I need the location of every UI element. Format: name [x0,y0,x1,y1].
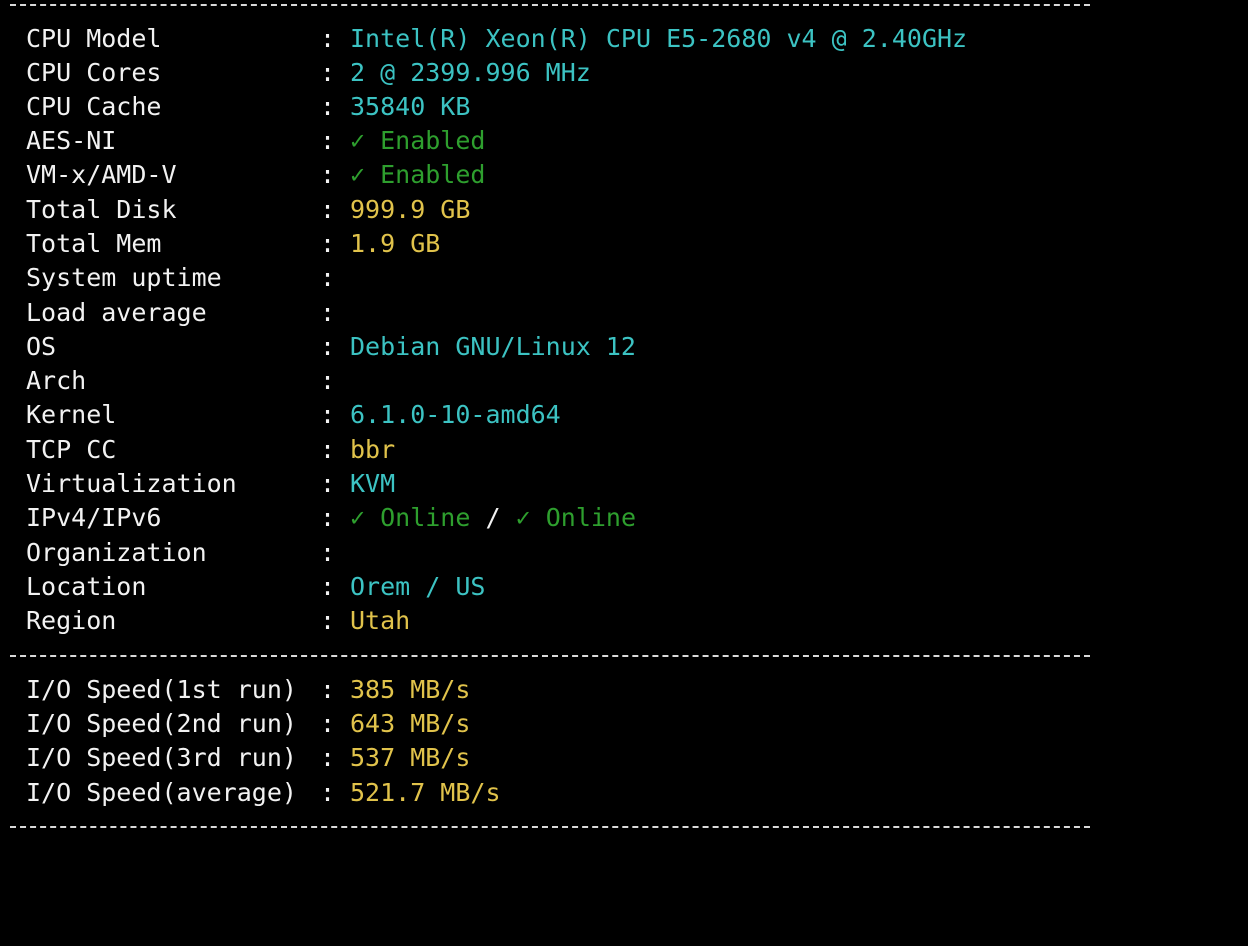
io-value: 537 MB/s [350,743,471,772]
info-value-ip: ✓ Online / ✓ Online [350,501,636,535]
colon-separator: : [320,195,336,224]
info-value-status: ✓ Enabled [350,160,486,189]
terminal-window: CPU Model : Intel(R) Xeon(R) CPU E5-2680… [0,0,1248,832]
colon-separator: : [320,126,336,155]
colon-separator: : [320,298,336,327]
colon-separator: : [320,503,336,532]
colon-separator: : [320,332,336,361]
io-value: 643 MB/s [350,709,471,738]
info-row-ip: IPv4/IPv6 : ✓ Online / ✓ Online [26,501,636,535]
info-label: VM-x/AMD-V [26,160,177,189]
info-row-total-disk: Total Disk : 999.9 GB [26,193,470,227]
ip-divider: / [485,503,501,532]
io-label: I/O Speed(3rd run) [26,743,297,772]
info-value: 6.1.0-10-amd64 [350,400,561,429]
info-row-organization: Organization : [26,536,335,570]
info-label: TCP CC [26,435,117,464]
info-label: CPU Cores [26,58,162,87]
colon-separator: : [320,366,336,395]
colon-separator: : [320,92,336,121]
colon-separator: : [320,24,336,53]
separator-line-top [10,4,1090,6]
info-label: Location [26,572,147,601]
info-label: Total Disk [26,195,177,224]
io-value: 521.7 MB/s [350,778,501,807]
info-value: KVM [350,469,396,498]
colon-separator: : [320,778,336,807]
info-row-os: OS : Debian GNU/Linux 12 [26,330,636,364]
ipv6-status: ✓ Online [515,503,637,532]
info-row-load-average: Load average : [26,296,335,330]
colon-separator: : [320,58,336,87]
colon-separator: : [320,572,336,601]
info-row-virtualization: Virtualization : KVM [26,467,395,501]
separator-line-bottom [10,826,1090,828]
colon-separator: : [320,469,336,498]
io-row-run1: I/O Speed(1st run) : 385 MB/s [26,673,470,707]
io-row-run3: I/O Speed(3rd run) : 537 MB/s [26,741,470,775]
io-row-run2: I/O Speed(2nd run) : 643 MB/s [26,707,470,741]
io-label: I/O Speed(1st run) [26,675,297,704]
info-row-vm-x: VM-x/AMD-V : ✓ Enabled [26,158,485,192]
info-label: Organization [26,538,207,567]
io-value: 385 MB/s [350,675,471,704]
colon-separator: : [320,709,336,738]
info-row-tcp-cc: TCP CC : bbr [26,433,395,467]
info-row-total-mem: Total Mem : 1.9 GB [26,227,440,261]
info-row-arch: Arch : [26,364,335,398]
info-value: Orem / US [350,572,486,601]
separator-line-middle [10,655,1090,657]
info-label: Kernel [26,400,117,429]
info-label: IPv4/IPv6 [26,503,162,532]
info-value: bbr [350,435,396,464]
info-value: 999.9 GB [350,195,471,224]
info-value: Debian GNU/Linux 12 [350,332,636,361]
io-label: I/O Speed(2nd run) [26,709,297,738]
io-label: I/O Speed(average) [26,778,297,807]
colon-separator: : [320,743,336,772]
info-value: 35840 KB [350,92,471,121]
colon-separator: : [320,675,336,704]
colon-separator: : [320,400,336,429]
colon-separator: : [320,263,336,292]
info-value: 2 @ 2399.996 MHz [350,58,591,87]
io-row-average: I/O Speed(average) : 521.7 MB/s [26,776,501,810]
info-value-status: ✓ Enabled [350,126,486,155]
info-row-cpu-cores: CPU Cores : 2 @ 2399.996 MHz [26,56,591,90]
info-row-uptime: System uptime : [26,261,335,295]
info-value: Utah [350,606,411,635]
info-value: Intel(R) Xeon(R) CPU E5-2680 v4 @ 2.40GH… [350,24,968,53]
info-label: CPU Cache [26,92,162,121]
ipv4-status: ✓ Online [350,503,471,532]
info-label: System uptime [26,263,222,292]
info-label: CPU Model [26,24,162,53]
info-row-kernel: Kernel : 6.1.0-10-amd64 [26,398,561,432]
colon-separator: : [320,435,336,464]
info-label: OS [26,332,57,361]
info-label: Region [26,606,117,635]
info-row-cpu-cache: CPU Cache : 35840 KB [26,90,470,124]
colon-separator: : [320,229,336,258]
info-label: Virtualization [26,469,237,498]
info-row-cpu-model: CPU Model : Intel(R) Xeon(R) CPU E5-2680… [26,22,967,56]
info-row-location: Location : Orem / US [26,570,485,604]
info-label: AES-NI [26,126,117,155]
info-row-region: Region : Utah [26,604,410,638]
info-label: Load average [26,298,207,327]
colon-separator: : [320,160,336,189]
colon-separator: : [320,606,336,635]
info-value: 1.9 GB [350,229,441,258]
info-label: Total Mem [26,229,162,258]
colon-separator: : [320,538,336,567]
info-row-aes-ni: AES-NI : ✓ Enabled [26,124,485,158]
info-label: Arch [26,366,87,395]
